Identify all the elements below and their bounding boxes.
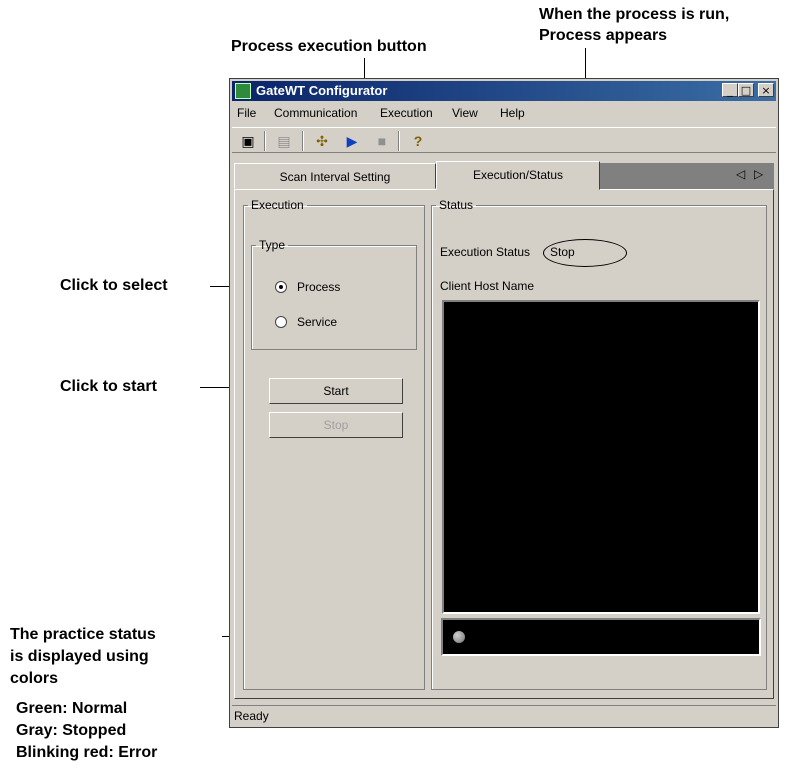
client-host-list[interactable] (442, 300, 760, 614)
callout-process-execution-button: Process execution button (231, 38, 427, 55)
tab-strip: Scan Interval Setting Execution/Status ◁… (234, 161, 774, 190)
callout-when-run-1: When the process is run, (539, 6, 730, 23)
tab-prev-icon[interactable]: ◁ (736, 167, 745, 181)
radio-service-label: Service (297, 315, 338, 329)
status-bar-text: Ready (234, 709, 269, 723)
menu-communication[interactable]: Communication (274, 106, 357, 120)
maximize-button[interactable]: □ (738, 83, 754, 97)
status-highlight-ellipse (543, 239, 627, 267)
stop-button[interactable]: Stop (269, 412, 403, 438)
menu-file[interactable]: File (237, 106, 256, 120)
process-run-icon[interactable]: ▶ (342, 131, 362, 151)
menu-execution[interactable]: Execution (380, 106, 433, 120)
radio-service[interactable]: Service (275, 315, 337, 329)
toolbar-separator (398, 131, 400, 151)
help-icon[interactable]: ? (408, 131, 428, 151)
app-window: GateWT Configurator _ □ × File Communica… (229, 78, 779, 728)
status-indicator-panel (441, 618, 761, 656)
toolbar: ▣ ▤ ✣ ▶ ■ ? (232, 127, 776, 153)
toolbar-separator (264, 131, 266, 151)
status-bar: Ready (232, 705, 776, 726)
callout-status-4: Green: Normal (16, 700, 128, 717)
stop-icon[interactable]: ■ (372, 131, 392, 151)
execution-group-label: Execution (251, 198, 304, 212)
menu-bar: File Communication Execution View Help (232, 103, 776, 123)
close-button[interactable]: × (758, 83, 774, 97)
callout-status-6: Blinking red: Error (16, 744, 158, 761)
save-icon[interactable]: ▣ (238, 131, 258, 151)
radio-process-circle[interactable] (275, 281, 287, 293)
minimize-button[interactable]: _ (722, 83, 738, 97)
app-icon (235, 83, 251, 99)
callout-when-run-2: Process appears (539, 27, 668, 44)
toolbar-separator (302, 131, 304, 151)
callout-status-5: Gray: Stopped (16, 722, 127, 739)
start-button[interactable]: Start (269, 378, 403, 404)
execution-status-panel: Execution Type Process Service Start Sto… (234, 189, 774, 699)
tab-execution-status[interactable]: Execution/Status (436, 161, 600, 190)
radio-service-circle[interactable] (275, 316, 287, 328)
type-group: Type (251, 238, 417, 350)
callout-status-1: The practice status (10, 626, 156, 643)
menu-help[interactable]: Help (500, 106, 525, 120)
tab-scan-interval-setting[interactable]: Scan Interval Setting (234, 163, 436, 189)
status-group-label: Status (439, 198, 474, 212)
menu-view[interactable]: View (452, 106, 478, 120)
type-group-label: Type (259, 238, 286, 252)
callout-click-to-select: Click to select (60, 277, 168, 294)
client-host-name-label: Client Host Name (440, 279, 535, 293)
callout-status-3: colors (10, 670, 59, 687)
radio-process-label: Process (297, 280, 341, 294)
title-bar[interactable]: GateWT Configurator _ □ × (232, 81, 776, 101)
callout-status-2: is displayed using (10, 648, 149, 665)
tab-strip-fill (600, 163, 774, 189)
window-title: GateWT Configurator (256, 83, 388, 98)
status-led-icon (453, 631, 465, 643)
radio-process[interactable]: Process (275, 280, 340, 294)
service-run-icon[interactable]: ✣ (312, 131, 332, 151)
execution-status-label: Execution Status (440, 245, 531, 259)
callout-click-to-start: Click to start (60, 378, 157, 395)
connect-icon[interactable]: ▤ (274, 131, 294, 151)
tab-next-icon[interactable]: ▷ (754, 167, 763, 181)
